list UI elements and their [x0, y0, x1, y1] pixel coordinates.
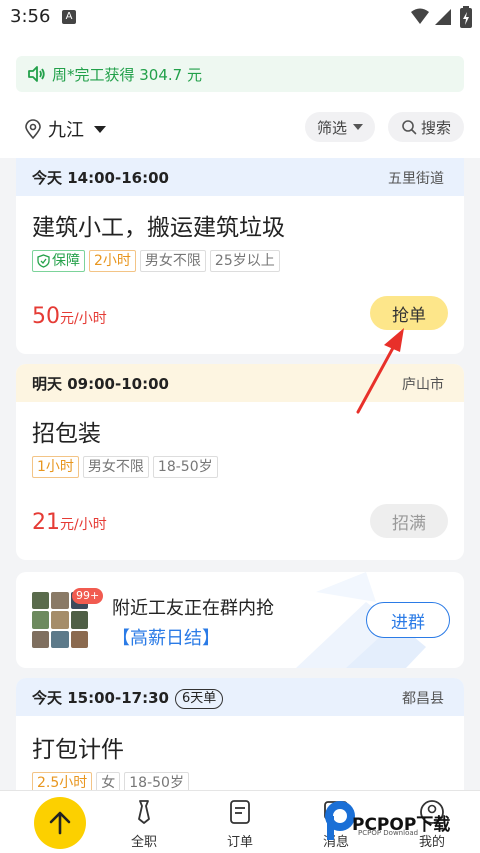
shield-check-icon: [37, 254, 50, 268]
days-badge: 6天单: [174, 688, 224, 709]
tab-label: 订单: [226, 835, 253, 850]
tag-age: 18-50岁: [152, 456, 218, 478]
price-value: 21: [32, 510, 60, 535]
speaker-icon: [28, 66, 45, 82]
city-selector[interactable]: 九江: [24, 116, 106, 142]
job-time: 明天 09:00-10:00: [32, 375, 169, 393]
search-button[interactable]: 搜索: [388, 112, 464, 142]
tag-gender: 男女不限: [82, 456, 149, 478]
chevron-down-icon: [94, 125, 106, 133]
tag-gender: 男女不限: [139, 250, 206, 272]
document-icon: [230, 800, 250, 824]
status-bar: 3:56 A: [0, 0, 480, 36]
tag-guarantee: 保障: [32, 250, 85, 272]
search-icon: [402, 120, 417, 135]
earnings-notice[interactable]: 周*完工获得 304.7 元: [16, 56, 464, 92]
tag-age: 18-50岁: [124, 772, 189, 790]
price-unit: 元/小时: [60, 311, 107, 327]
job-price: 21元/小时: [32, 510, 107, 535]
price-unit: 元/小时: [60, 517, 107, 533]
tie-icon: [138, 800, 150, 824]
tag-text: 保障: [52, 253, 80, 269]
job-card-header: 今天 14:00-16:00 五里街道: [16, 158, 464, 196]
job-time: 今天 15:00-17:30 6天单: [32, 687, 224, 709]
battery-icon: [460, 6, 472, 28]
tab-label: 全职: [130, 835, 157, 850]
signal-icon: [435, 9, 451, 25]
job-card[interactable]: 明天 09:00-10:00 庐山市 招包装 1小时 男女不限 18-50岁 2…: [16, 364, 464, 560]
job-card-header: 今天 15:00-17:30 6天单 都昌县: [16, 678, 464, 716]
tab-orders[interactable]: 订单: [210, 799, 270, 850]
status-time: 3:56: [10, 6, 51, 27]
job-price: 50元/小时: [32, 304, 107, 329]
app-notification-icon: A: [62, 10, 76, 24]
wifi-icon: [411, 8, 429, 24]
group-invite-card[interactable]: 99+ 附近工友正在群内抢 【高薪日结】 进群: [16, 572, 464, 668]
job-location: 都昌县: [402, 691, 444, 707]
full-status-button[interactable]: 招满: [370, 504, 448, 538]
search-label: 搜索: [420, 118, 451, 137]
tag-duration: 2.5小时: [32, 772, 93, 790]
group-title: 附近工友正在群内抢: [112, 598, 274, 619]
notice-text: 周*完工获得 304.7 元: [52, 66, 202, 84]
scroll-top-button[interactable]: [34, 797, 86, 849]
header: 周*完工获得 304.7 元 九江 筛选 搜索: [0, 36, 480, 158]
tag-duration: 2小时: [89, 250, 136, 272]
tag-duration: 1小时: [32, 456, 79, 478]
group-subtitle: 【高薪日结】: [112, 628, 220, 649]
arrow-up-icon: [49, 811, 71, 835]
tag-age: 25岁以上: [209, 250, 280, 272]
job-title: 建筑小工，搬运建筑垃圾: [32, 215, 285, 241]
filter-label: 筛选: [316, 118, 347, 137]
price-value: 50: [32, 304, 60, 329]
caret-down-icon: [353, 124, 363, 130]
location-pin-icon: [25, 119, 41, 139]
filter-button[interactable]: 筛选: [305, 112, 375, 142]
job-tags: 1小时 男女不限 18-50岁: [32, 456, 218, 478]
tag-gender: 女: [96, 772, 121, 790]
job-title: 打包计件: [32, 737, 124, 763]
tab-fulltime[interactable]: 全职: [114, 799, 174, 850]
job-card[interactable]: 今天 14:00-16:00 五里街道 建筑小工，搬运建筑垃圾 保障 2小时 男…: [16, 158, 464, 354]
grab-order-button[interactable]: 抢单: [370, 296, 448, 330]
job-time: 今天 14:00-16:00: [32, 169, 169, 187]
job-card[interactable]: 今天 15:00-17:30 6天单 都昌县 打包计件 2.5小时 女 18-50…: [16, 678, 464, 790]
join-group-button[interactable]: 进群: [366, 602, 450, 638]
job-location: 庐山市: [402, 377, 444, 393]
watermark-subtext: PCPOP Download: [358, 829, 419, 837]
job-tags: 保障 2小时 男女不限 25岁以上: [32, 250, 280, 272]
job-title: 招包装: [32, 421, 101, 447]
job-tags: 2.5小时 女 18-50岁: [32, 772, 189, 790]
job-time-text: 今天 15:00-17:30: [32, 689, 169, 707]
city-name: 九江: [48, 120, 84, 141]
unread-badge: 99+: [72, 588, 104, 604]
job-location: 五里街道: [388, 171, 444, 187]
job-card-header: 明天 09:00-10:00 庐山市: [16, 364, 464, 402]
